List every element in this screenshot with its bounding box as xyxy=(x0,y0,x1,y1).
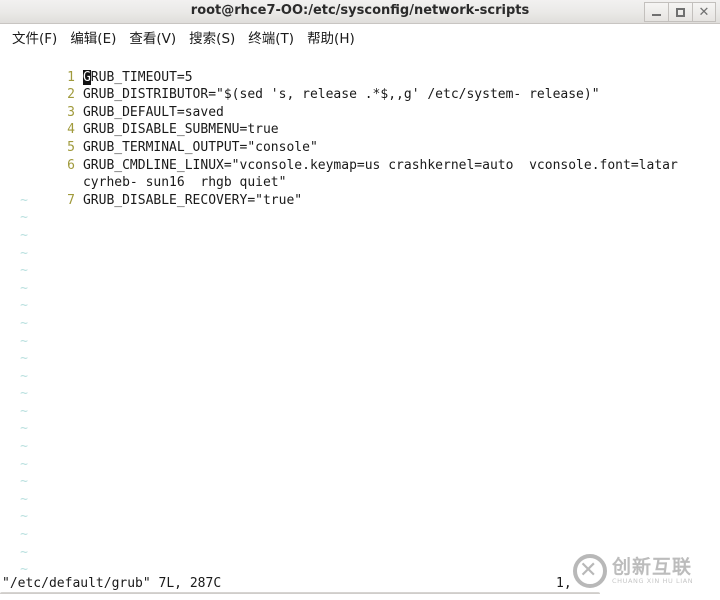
empty-line: ~ xyxy=(0,333,720,351)
empty-line: ~ xyxy=(0,315,720,333)
tilde-marker: ~ xyxy=(20,351,28,367)
menu-file[interactable]: 文件(F) xyxy=(6,25,64,49)
empty-line: ~ xyxy=(0,491,720,509)
menu-search[interactable]: 搜索(S) xyxy=(183,25,242,49)
empty-line: ~ xyxy=(0,227,720,245)
title-bar[interactable]: root@rhce7-OO:/etc/sysconfig/network-scr… xyxy=(0,0,720,24)
tilde-marker: ~ xyxy=(20,562,28,574)
empty-line: ~ xyxy=(0,456,720,474)
line-number: 4 xyxy=(67,122,75,138)
close-icon: ✕ xyxy=(698,4,710,20)
menu-help[interactable]: 帮助(H) xyxy=(301,25,362,49)
status-cursor-position: 1, xyxy=(556,576,572,591)
empty-line: ~ xyxy=(0,209,720,227)
tilde-marker: ~ xyxy=(20,368,28,384)
tilde-marker: ~ xyxy=(20,263,28,279)
menu-view[interactable]: 查看(V) xyxy=(123,25,183,49)
tilde-marker: ~ xyxy=(20,333,28,349)
maximize-icon xyxy=(676,7,685,17)
empty-line: ~ xyxy=(0,544,720,562)
line-number: 5 xyxy=(67,139,75,155)
line-number: 2 xyxy=(67,87,75,103)
window-title: root@rhce7-OO:/etc/sysconfig/network-scr… xyxy=(190,3,530,18)
window-bottom-edge xyxy=(0,594,720,600)
line-number: 1 xyxy=(67,69,75,85)
close-button[interactable]: ✕ xyxy=(692,2,716,22)
line-text: GRUB_DISABLE_RECOVERY="true" xyxy=(82,192,303,208)
empty-line: ~ xyxy=(0,385,720,403)
menu-terminal[interactable]: 终端(T) xyxy=(242,25,301,49)
empty-line-region: ~ ~ ~ ~ ~ ~ ~ ~ ~ ~ ~ ~ ~ ~ ~ ~ ~ ~ ~ ~ ~ ~ xyxy=(0,192,720,574)
empty-line: ~ xyxy=(0,262,720,280)
tilde-marker: ~ xyxy=(20,192,28,208)
tilde-marker: ~ xyxy=(20,474,28,490)
empty-line: ~ xyxy=(0,561,720,574)
tilde-marker: ~ xyxy=(20,386,28,402)
empty-line: ~ xyxy=(0,473,720,491)
editor-line: 1 GRUB_TIMEOUT=5 xyxy=(0,51,720,85)
line-text: RUB_TIMEOUT=5 xyxy=(90,69,193,85)
terminal-screen[interactable]: 1 GRUB_TIMEOUT=5 2 GRUB_DISTRIBUTOR="$(sed… xyxy=(0,51,720,574)
line-number: 6 xyxy=(67,157,75,173)
maximize-button[interactable] xyxy=(668,2,692,22)
line-text: GRUB_CMDLINE_LINUX="vconsole.keymap=us c… xyxy=(82,157,678,173)
tilde-marker: ~ xyxy=(20,210,28,226)
vim-status-line: "/etc/default/grub" 7L, 287C 1, xyxy=(0,574,720,594)
minimize-icon xyxy=(652,14,661,16)
block-cursor: G xyxy=(82,69,91,85)
minimize-button[interactable] xyxy=(644,2,668,22)
line-text: GRUB_TERMINAL_OUTPUT="console" xyxy=(82,139,318,155)
line-number: 3 xyxy=(67,104,75,120)
tilde-marker: ~ xyxy=(20,439,28,455)
tilde-marker: ~ xyxy=(20,298,28,314)
line-text: GRUB_DISTRIBUTOR="$(sed 's, release .*$,… xyxy=(82,87,600,103)
terminal-window: root@rhce7-OO:/etc/sysconfig/network-scr… xyxy=(0,0,720,600)
status-file-info: "/etc/default/grub" 7L, 287C xyxy=(2,576,222,591)
empty-line: ~ xyxy=(0,403,720,421)
empty-line: ~ xyxy=(0,280,720,298)
empty-line: ~ xyxy=(0,368,720,386)
tilde-marker: ~ xyxy=(20,544,28,560)
tilde-marker: ~ xyxy=(20,509,28,525)
menu-edit[interactable]: 编辑(E) xyxy=(64,25,123,49)
line-text: GRUB_DISABLE_SUBMENU=true xyxy=(82,122,279,138)
empty-line: ~ xyxy=(0,438,720,456)
line-text: GRUB_DEFAULT=saved xyxy=(82,104,224,120)
tilde-marker: ~ xyxy=(20,403,28,419)
menu-bar: 文件(F) 编辑(E) 查看(V) 搜索(S) 终端(T) 帮助(H) xyxy=(0,24,720,51)
tilde-marker: ~ xyxy=(20,421,28,437)
tilde-marker: ~ xyxy=(20,527,28,543)
empty-line: ~ xyxy=(0,245,720,263)
empty-line: ~ xyxy=(0,350,720,368)
empty-line: ~ xyxy=(0,526,720,544)
tilde-marker: ~ xyxy=(20,245,28,261)
tilde-marker: ~ xyxy=(20,227,28,243)
tilde-marker: ~ xyxy=(20,456,28,472)
tilde-marker: ~ xyxy=(20,315,28,331)
line-number: 7 xyxy=(67,192,75,208)
window-controls: ✕ xyxy=(644,2,716,22)
line-text: cyrheb- sun16 rhgb quiet" xyxy=(82,175,287,191)
tilde-marker: ~ xyxy=(20,280,28,296)
empty-line: ~ xyxy=(0,508,720,526)
empty-line: ~ xyxy=(0,297,720,315)
empty-line: ~ xyxy=(0,420,720,438)
tilde-marker: ~ xyxy=(20,491,28,507)
